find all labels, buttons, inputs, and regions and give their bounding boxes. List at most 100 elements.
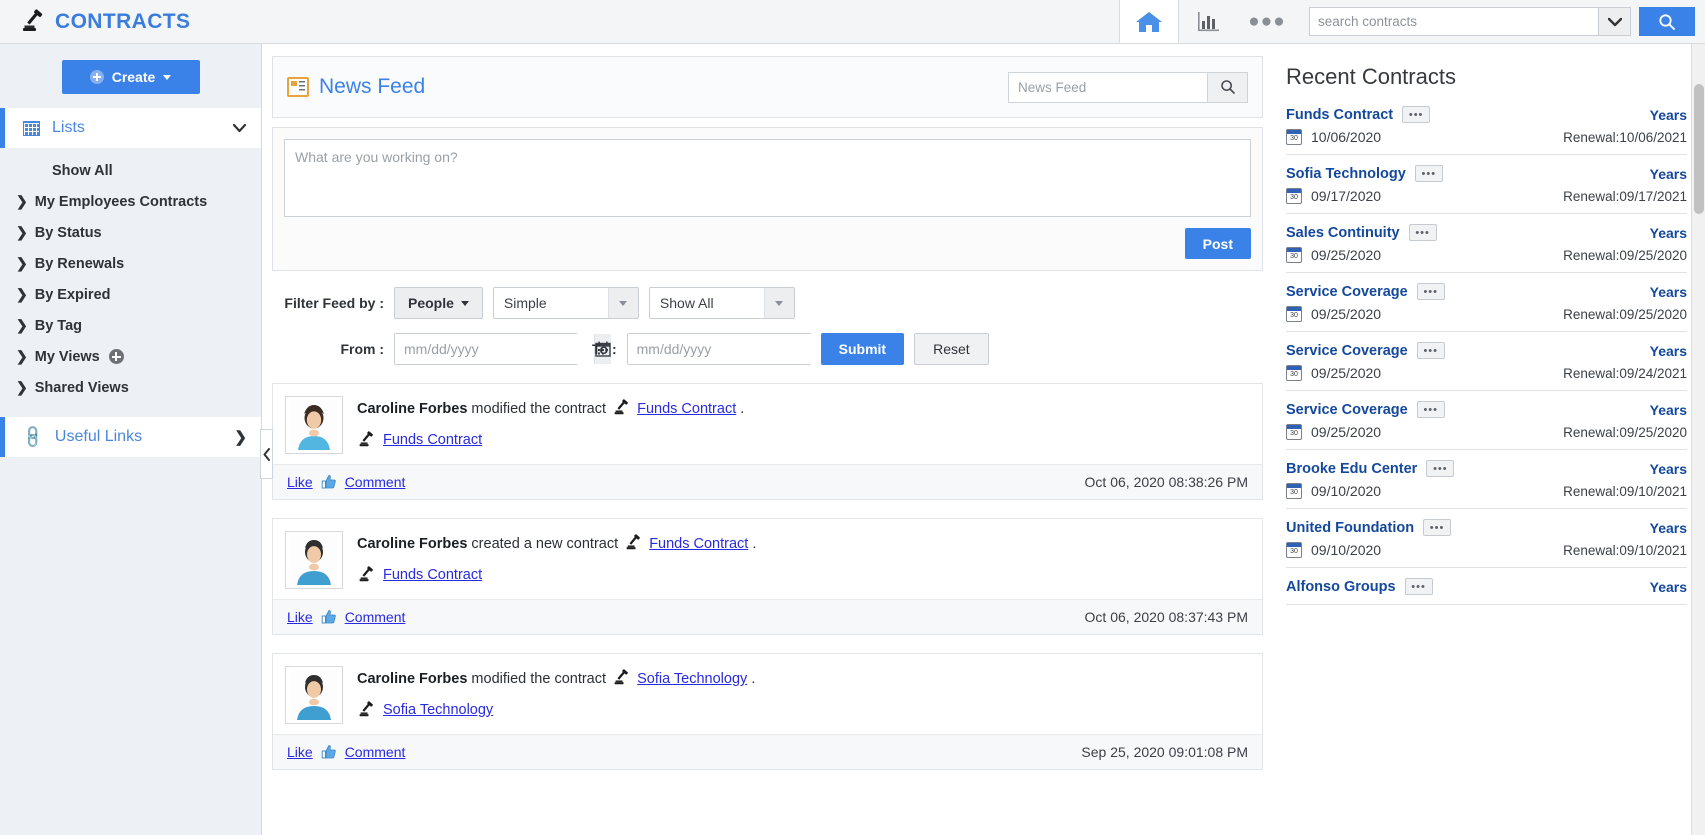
- sidebar-item-by-expired[interactable]: ❯ By Expired: [0, 279, 261, 310]
- post-headline: Caroline Forbes created a new contract F…: [357, 534, 1250, 556]
- recent-contract-date: 09/25/2020: [1311, 306, 1382, 322]
- feed-search-button[interactable]: [1207, 72, 1247, 102]
- recent-contract-row-top: Sofia Technology ••• Years: [1286, 165, 1687, 182]
- add-view-icon[interactable]: [108, 349, 124, 364]
- to-date-field[interactable]: [626, 333, 844, 365]
- row-menu-icon[interactable]: •••: [1414, 165, 1443, 182]
- recent-contract-row[interactable]: Sales Continuity ••• Years 09/25/2020 Re…: [1286, 224, 1687, 273]
- row-menu-icon[interactable]: •••: [1423, 519, 1452, 536]
- sidebar-item-my-views[interactable]: ❯ My Views: [0, 341, 261, 372]
- row-menu-icon[interactable]: •••: [1408, 224, 1437, 241]
- post-content: Caroline Forbes modified the contract Fu…: [273, 384, 1262, 464]
- from-date-field[interactable]: [394, 333, 611, 365]
- gavel-icon: [612, 399, 631, 417]
- comment-button[interactable]: Comment: [345, 474, 406, 490]
- sidebar-group-lists[interactable]: Lists: [0, 108, 261, 148]
- sidebar-item-by-renewals[interactable]: ❯ By Renewals: [0, 248, 261, 279]
- comment-button[interactable]: Comment: [345, 609, 406, 625]
- chevron-down-icon[interactable]: [1598, 8, 1630, 35]
- like-button[interactable]: Like: [287, 744, 313, 760]
- post-attachment-link[interactable]: Funds Contract: [383, 432, 482, 448]
- post-button[interactable]: Post: [1184, 228, 1251, 259]
- composer-textarea[interactable]: [284, 139, 1251, 217]
- feed-search-box[interactable]: [1008, 71, 1248, 103]
- post-attachment-link[interactable]: Sofia Technology: [383, 702, 493, 718]
- filter-row-dates: From : mm/dd/yyyy To: mm/dd/yyyy Submit…: [272, 333, 1263, 365]
- post-attachment-link[interactable]: Funds Contract: [383, 567, 482, 583]
- filter-people-label: People: [408, 295, 454, 311]
- bar-chart-icon[interactable]: [1179, 0, 1239, 43]
- post-timestamp: Sep 25, 2020 09:01:08 PM: [1081, 744, 1248, 760]
- header-search-box[interactable]: [1309, 7, 1631, 36]
- comment-button[interactable]: Comment: [345, 744, 406, 760]
- filter-scope-select[interactable]: Show All: [648, 287, 795, 319]
- row-menu-icon[interactable]: •••: [1402, 106, 1431, 123]
- create-button-label: Create: [111, 69, 156, 85]
- row-menu-icon[interactable]: •••: [1416, 342, 1445, 359]
- recent-contract-row[interactable]: Service Coverage ••• Years 09/25/2020 Re…: [1286, 283, 1687, 332]
- ellipsis-icon[interactable]: ●●●: [1239, 0, 1295, 43]
- create-button[interactable]: Create: [61, 60, 200, 94]
- sidebar-item-show-all[interactable]: Show All: [0, 156, 261, 186]
- post-contract-link[interactable]: Sofia Technology: [637, 671, 747, 687]
- recent-contract-name[interactable]: Funds Contract: [1286, 107, 1393, 123]
- row-menu-icon[interactable]: •••: [1416, 401, 1445, 418]
- recent-contract-name[interactable]: Service Coverage: [1286, 284, 1408, 300]
- submit-button[interactable]: Submit: [820, 333, 905, 365]
- filter-mode-select[interactable]: Simple: [492, 287, 639, 319]
- chevron-right-icon[interactable]: ❯: [234, 428, 247, 446]
- recent-contract-row[interactable]: Service Coverage ••• Years 09/25/2020 Re…: [1286, 401, 1687, 450]
- filter-people-button[interactable]: People: [394, 287, 483, 319]
- from-date-input[interactable]: [395, 334, 594, 364]
- post-contract-link[interactable]: Funds Contract: [637, 401, 736, 417]
- recent-contract-date: 09/10/2020: [1311, 483, 1382, 499]
- recent-contract-name[interactable]: Sofia Technology: [1286, 166, 1406, 182]
- gavel-icon: [20, 8, 46, 35]
- sidebar-item-by-status[interactable]: ❯ By Status: [0, 217, 261, 248]
- top-header-bar: CONTRACTS ●●●: [0, 0, 1705, 44]
- recent-contract-row[interactable]: United Foundation ••• Years 09/10/2020 R…: [1286, 519, 1687, 568]
- sidebar-item-shared-views[interactable]: ❯ Shared Views: [0, 372, 261, 403]
- recent-contract-name[interactable]: Brooke Edu Center: [1286, 461, 1417, 477]
- recent-contract-row[interactable]: Service Coverage ••• Years 09/25/2020 Re…: [1286, 342, 1687, 391]
- row-menu-icon[interactable]: •••: [1404, 578, 1433, 595]
- recent-contract-term: Years: [1649, 224, 1687, 241]
- recent-contract-name[interactable]: Sales Continuity: [1286, 225, 1400, 241]
- sidebar-collapse-handle[interactable]: [260, 429, 273, 479]
- recent-contract-name[interactable]: United Foundation: [1286, 520, 1414, 536]
- chevron-right-icon: ❯: [16, 193, 28, 209]
- chevron-down-icon[interactable]: [232, 123, 247, 133]
- brand-logo[interactable]: CONTRACTS: [0, 8, 190, 35]
- post-text: Caroline Forbes modified the contract So…: [343, 666, 1250, 724]
- row-menu-icon[interactable]: •••: [1416, 283, 1445, 300]
- sidebar-item-label: My Views: [34, 348, 100, 365]
- recent-contract-row-bottom: 09/25/2020 Renewal:09/25/2020: [1286, 247, 1687, 263]
- sidebar-group-useful-links[interactable]: 🔗 Useful Links ❯: [0, 417, 261, 457]
- feed-search-input[interactable]: [1009, 72, 1207, 102]
- news-feed-title-group: News Feed: [287, 75, 1008, 99]
- like-button[interactable]: Like: [287, 609, 313, 625]
- recent-contract-row[interactable]: Brooke Edu Center ••• Years 09/10/2020 R…: [1286, 460, 1687, 509]
- search-input[interactable]: [1310, 8, 1598, 35]
- scrollbar-thumb[interactable]: [1694, 84, 1704, 214]
- recent-contract-name[interactable]: Service Coverage: [1286, 402, 1408, 418]
- post-contract-link[interactable]: Funds Contract: [649, 536, 748, 552]
- to-date-input[interactable]: [627, 334, 827, 364]
- like-button[interactable]: Like: [287, 474, 313, 490]
- recent-contract-name[interactable]: Service Coverage: [1286, 343, 1408, 359]
- recent-contract-row[interactable]: Sofia Technology ••• Years 09/17/2020 Re…: [1286, 165, 1687, 214]
- page-scrollbar[interactable]: [1691, 44, 1705, 835]
- thumbs-up-icon[interactable]: [321, 474, 337, 490]
- thumbs-up-icon[interactable]: [321, 609, 337, 625]
- home-icon[interactable]: [1119, 0, 1179, 43]
- search-button[interactable]: [1639, 7, 1695, 36]
- recent-contract-row[interactable]: Funds Contract ••• Years 10/06/2020 Rene…: [1286, 106, 1687, 155]
- recent-contract-row[interactable]: Alfonso Groups ••• Years: [1286, 578, 1687, 605]
- row-menu-icon[interactable]: •••: [1426, 460, 1455, 477]
- header-search-group: [1295, 0, 1705, 43]
- thumbs-up-icon[interactable]: [321, 744, 337, 760]
- reset-button[interactable]: Reset: [914, 333, 989, 365]
- sidebar-item-by-tag[interactable]: ❯ By Tag: [0, 310, 261, 341]
- recent-contract-name[interactable]: Alfonso Groups: [1286, 579, 1396, 595]
- sidebar-item-my-employees-contracts[interactable]: ❯ My Employees Contracts: [0, 186, 261, 217]
